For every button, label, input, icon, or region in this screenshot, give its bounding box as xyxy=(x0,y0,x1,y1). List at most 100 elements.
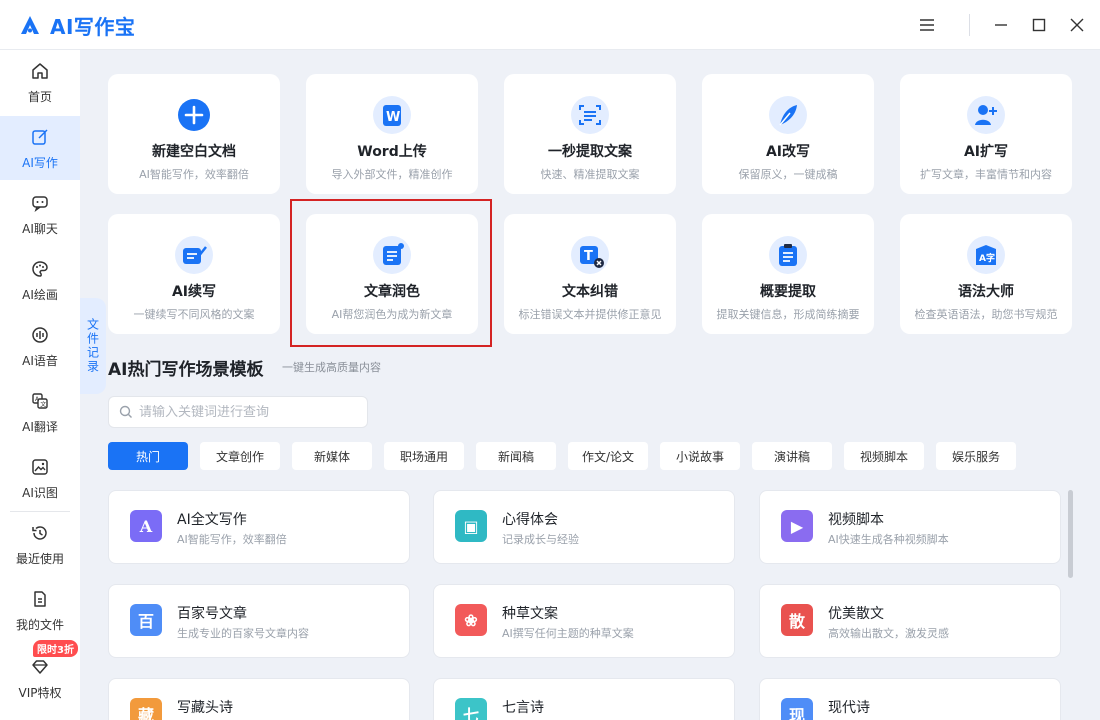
template-name: 种草文案 xyxy=(502,606,558,622)
tag-hot[interactable]: 热门 xyxy=(108,442,188,470)
tag-essay[interactable]: 作文/论文 xyxy=(568,442,648,470)
sidebar-item-label: 我的文件 xyxy=(15,617,64,632)
tool-desc: 快速、精准提取文案 xyxy=(540,168,640,181)
template-search xyxy=(108,396,368,428)
sidebar-item-label: AI识图 xyxy=(22,485,58,500)
vip-diamond-icon xyxy=(29,656,51,678)
tool-desc: 导入外部文件，精准创作 xyxy=(331,168,453,181)
tool-title: AI扩写 xyxy=(963,144,1009,160)
sidebar-item-ai-image[interactable]: AI识图 xyxy=(0,446,80,510)
template-card-modern-poem[interactable]: 现 现代诗 xyxy=(759,678,1061,720)
search-icon xyxy=(119,405,132,418)
sidebar-item-home[interactable]: 首页 xyxy=(0,50,80,114)
tool-title: 新建空白文档 xyxy=(152,144,236,160)
scrollbar[interactable] xyxy=(1068,490,1073,578)
template-name: 七言诗 xyxy=(502,700,544,716)
tool-card-ai-rewrite[interactable]: AI改写 保留原义，一键成稿 xyxy=(702,74,874,194)
template-name: 心得体会 xyxy=(502,512,558,528)
template-desc: 记录成长与经验 xyxy=(502,533,579,546)
tag-novel[interactable]: 小说故事 xyxy=(660,442,740,470)
scan-text-icon xyxy=(571,96,609,134)
home-icon xyxy=(29,60,51,82)
app-logo: AI写作宝 xyxy=(18,11,135,40)
edit-icon xyxy=(29,126,51,148)
tag-workplace[interactable]: 职场通用 xyxy=(384,442,464,470)
sidebar-item-my-files[interactable]: 我的文件 xyxy=(0,578,80,642)
tool-title: AI改写 xyxy=(765,144,811,160)
notebook-icon: ▣ xyxy=(455,510,487,542)
file-record-tab[interactable]: 文件记录 xyxy=(80,298,106,394)
tool-card-ai-continue[interactable]: AI续写 一键续写不同风格的文案 xyxy=(108,214,280,334)
close-icon[interactable] xyxy=(1064,12,1090,38)
tool-desc: 扩写文章，丰富情节和内容 xyxy=(920,168,1052,181)
tool-desc: 检查英语语法，助您书写规范 xyxy=(914,308,1058,321)
minimize-icon[interactable] xyxy=(988,12,1014,38)
section-title: AI热门写作场景模板 xyxy=(108,360,264,380)
template-desc: 高效输出散文，激发灵感 xyxy=(828,627,949,640)
tool-card-ai-expand[interactable]: AI扩写 扩写文章，丰富情节和内容 xyxy=(900,74,1072,194)
template-desc: AI快速生成各种视频脚本 xyxy=(828,533,949,546)
history-icon xyxy=(29,522,51,544)
word-icon: W xyxy=(373,96,411,134)
sidebar-item-label: AI语音 xyxy=(22,353,58,368)
file-icon xyxy=(29,588,51,610)
text-correct-icon: T xyxy=(571,236,609,274)
tool-title: 概要提取 xyxy=(760,284,816,300)
template-name: 写藏头诗 xyxy=(177,700,233,716)
search-input[interactable] xyxy=(139,404,359,420)
tool-title: Word上传 xyxy=(357,144,427,160)
template-name: 视频脚本 xyxy=(828,512,884,528)
tool-desc: AI智能写作，效率翻倍 xyxy=(139,168,249,181)
tag-article[interactable]: 文章创作 xyxy=(200,442,280,470)
sidebar-item-ai-write[interactable]: AI写作 xyxy=(0,116,80,180)
tool-card-word-upload[interactable]: W Word上传 导入外部文件，精准创作 xyxy=(306,74,478,194)
sidebar-item-label: AI聊天 xyxy=(22,221,58,236)
template-card-acrostic[interactable]: 藏 写藏头诗 xyxy=(108,678,410,720)
tag-speech[interactable]: 演讲稿 xyxy=(752,442,832,470)
tag-entertainment[interactable]: 娱乐服务 xyxy=(936,442,1016,470)
tool-title: 一秒提取文案 xyxy=(548,144,632,160)
tool-title: 语法大师 xyxy=(958,284,1014,300)
template-card-video-script[interactable]: ▶ 视频脚本 AI快速生成各种视频脚本 xyxy=(759,490,1061,564)
sidebar-item-label: AI绘画 xyxy=(22,287,58,302)
sidebar-item-label: AI写作 xyxy=(22,155,58,170)
acrostic-icon: 藏 xyxy=(130,698,162,720)
sidebar-item-ai-paint[interactable]: AI绘画 xyxy=(0,248,80,312)
sidebar-item-label: AI翻译 xyxy=(22,419,58,434)
tag-new-media[interactable]: 新媒体 xyxy=(292,442,372,470)
template-card-full-writing[interactable]: A AI全文写作 AI智能写作，效率翻倍 xyxy=(108,490,410,564)
tool-card-new-blank-doc[interactable]: 新建空白文档 AI智能写作，效率翻倍 xyxy=(108,74,280,194)
tool-card-summary[interactable]: 概要提取 提取关键信息，形成简练摘要 xyxy=(702,214,874,334)
modern-poem-icon: 现 xyxy=(781,698,813,720)
template-card-baijia[interactable]: 百 百家号文章 生成专业的百家号文章内容 xyxy=(108,584,410,658)
tag-news[interactable]: 新闻稿 xyxy=(476,442,556,470)
translate-icon: A文 xyxy=(29,390,51,412)
menu-icon[interactable] xyxy=(914,12,940,38)
sidebar-item-ai-chat[interactable]: AI聊天 xyxy=(0,182,80,246)
title-separator xyxy=(969,14,970,36)
tool-card-extract-text[interactable]: 一秒提取文案 快速、精准提取文案 xyxy=(504,74,676,194)
sidebar-item-recent[interactable]: 最近使用 xyxy=(0,512,80,576)
poem-icon: 七 xyxy=(455,698,487,720)
template-card-reflection[interactable]: ▣ 心得体会 记录成长与经验 xyxy=(433,490,735,564)
tool-card-grammar[interactable]: A字 语法大师 检查英语语法，助您书写规范 xyxy=(900,214,1072,334)
template-name: 优美散文 xyxy=(828,606,884,622)
template-card-seven-char-poem[interactable]: 七 七言诗 xyxy=(433,678,735,720)
tool-desc: 提取关键信息，形成简练摘要 xyxy=(716,308,860,321)
title-bar: AI写作宝 xyxy=(0,0,1100,50)
expand-icon xyxy=(967,96,1005,134)
sidebar-item-ai-voice[interactable]: AI语音 xyxy=(0,314,80,378)
maximize-icon[interactable] xyxy=(1026,12,1052,38)
template-card-seeding-copy[interactable]: ❀ 种草文案 AI撰写任何主题的种草文案 xyxy=(433,584,735,658)
tool-desc: 标注错误文本并提供修正意见 xyxy=(518,308,662,321)
sidebar-item-label: 首页 xyxy=(27,89,52,104)
tag-video-script[interactable]: 视频脚本 xyxy=(844,442,924,470)
sidebar-item-ai-translate[interactable]: A文 AI翻译 xyxy=(0,380,80,444)
sidebar-item-label: VIP特权 xyxy=(18,685,62,700)
tool-card-text-correct[interactable]: T 文本纠错 标注错误文本并提供修正意见 xyxy=(504,214,676,334)
template-card-prose[interactable]: 散 优美散文 高效输出散文，激发灵感 xyxy=(759,584,1061,658)
sprout-icon: ❀ xyxy=(455,604,487,636)
template-desc: AI撰写任何主题的种草文案 xyxy=(502,627,634,640)
feather-icon xyxy=(769,96,807,134)
chat-icon xyxy=(29,192,51,214)
